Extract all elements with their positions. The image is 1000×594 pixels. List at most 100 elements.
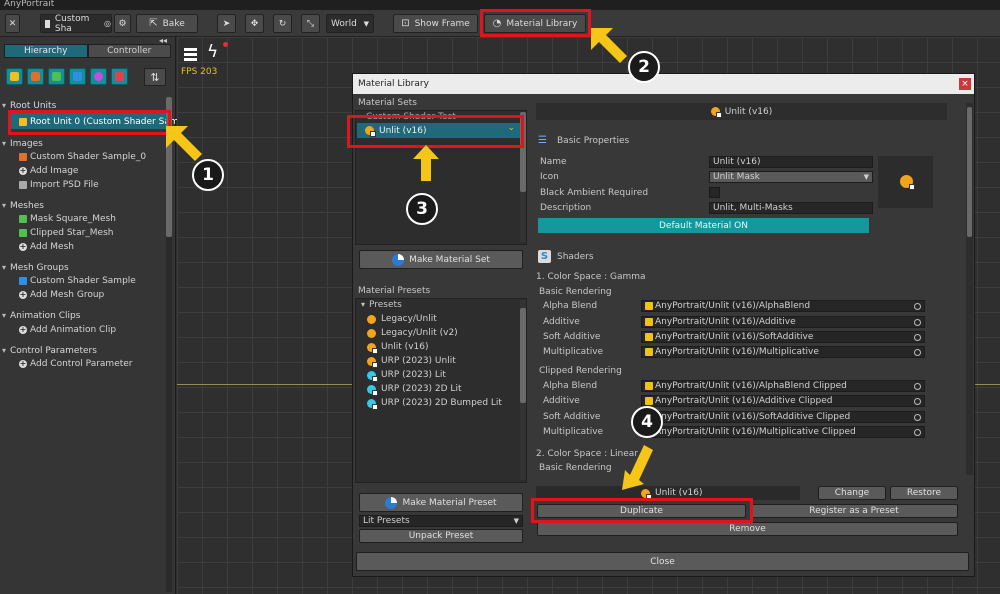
chevron-down-icon: ▼ <box>863 173 869 181</box>
preset-item[interactable]: URP (2023) 2D Bumped Lit <box>367 398 502 410</box>
target-icon[interactable] <box>914 429 921 436</box>
gear-icon[interactable]: ⚙ <box>114 14 131 33</box>
shader-field[interactable]: AnyPortrait/Unlit (v16)/Multiplicative C… <box>641 426 925 438</box>
preset-item[interactable]: Legacy/Unlit <box>367 314 437 324</box>
icon-dropdown[interactable]: Unlit Mask ▼ <box>709 171 873 183</box>
document-dropdown[interactable]: Custom Sha ◎ <box>40 14 112 34</box>
make-material-set-label: Make Material Set <box>409 254 490 265</box>
presets-scrollbar[interactable] <box>520 300 526 480</box>
add-mesh-group-item[interactable]: + Add Mesh Group <box>19 290 104 300</box>
add-image-label: Add Image <box>30 166 79 176</box>
shader-row-label: Alpha Blend <box>543 301 598 311</box>
mesh-item[interactable]: Mask Square_Mesh <box>19 214 116 224</box>
target-icon[interactable] <box>914 303 921 310</box>
target-icon[interactable] <box>914 414 921 421</box>
lightning-icon[interactable]: ϟ <box>207 42 229 64</box>
black-ambient-checkbox[interactable] <box>709 187 720 198</box>
bake-button[interactable]: ⇱ Bake <box>136 14 198 33</box>
register-preset-button[interactable]: Register as a Preset <box>750 504 958 518</box>
target-icon[interactable] <box>914 383 921 390</box>
section-animation-clips[interactable]: Animation Clips <box>2 311 80 321</box>
shader-field[interactable]: AnyPortrait/Unlit (v16)/AlphaBlend Clipp… <box>641 380 925 392</box>
sidebar-scrollbar[interactable] <box>166 97 172 592</box>
presets-group-label[interactable]: Presets <box>369 300 402 310</box>
shader-field[interactable]: AnyPortrait/Unlit (v16)/AlphaBlend <box>641 300 925 312</box>
preset-label: Legacy/Unlit <box>381 314 437 324</box>
control-param-filter-icon[interactable] <box>111 68 128 85</box>
make-material-set-button[interactable]: Make Material Set <box>359 250 523 269</box>
shader-field[interactable]: AnyPortrait/Unlit (v16)/SoftAdditive Cli… <box>641 411 925 423</box>
preset-item[interactable]: URP (2023) Lit <box>367 370 446 382</box>
animation-filter-icon[interactable] <box>90 68 107 85</box>
unpack-preset-button[interactable]: Unpack Preset <box>359 529 523 543</box>
restore-button[interactable]: Restore <box>890 486 958 500</box>
lit-presets-dropdown[interactable]: Lit Presets ▼ <box>359 515 523 527</box>
add-mesh-group-label: Add Mesh Group <box>30 290 105 300</box>
remove-button[interactable]: Remove <box>537 522 958 536</box>
mesh-icon <box>19 229 27 237</box>
default-material-button[interactable]: Default Material ON <box>538 218 869 233</box>
target-icon[interactable] <box>914 319 921 326</box>
callout-1: 1 <box>192 159 224 191</box>
preset-item[interactable]: URP (2023) Unlit <box>367 356 456 368</box>
preset-item[interactable]: URP (2023) 2D Lit <box>367 384 461 396</box>
mesh-item[interactable]: Clipped Star_Mesh <box>19 228 113 238</box>
bake-label: Bake <box>162 18 185 29</box>
menu-icon[interactable] <box>181 44 201 64</box>
target-icon[interactable] <box>914 398 921 405</box>
shader-field[interactable]: AnyPortrait/Unlit (v16)/Additive <box>641 316 925 328</box>
add-animation-clip-item[interactable]: + Add Animation Clip <box>19 325 116 335</box>
details-scrollbar[interactable] <box>966 103 973 475</box>
image-item[interactable]: Custom Shader Sample_0 <box>19 152 146 162</box>
add-mesh-item[interactable]: + Add Mesh <box>19 242 74 252</box>
dialog-close-icon[interactable]: × <box>959 78 971 90</box>
mesh-group-label: Custom Shader Sample <box>30 276 136 286</box>
select-tool-icon[interactable]: ➤ <box>217 14 236 33</box>
icon-label: Icon <box>540 172 559 182</box>
presets-scrollbar-thumb[interactable] <box>520 308 526 403</box>
target-icon[interactable] <box>914 334 921 341</box>
preset-label: Legacy/Unlit (v2) <box>381 328 458 338</box>
dialog-titlebar: Material Library × <box>353 74 974 94</box>
target-icon[interactable] <box>914 349 921 356</box>
tab-controller[interactable]: Controller <box>87 44 171 58</box>
export-icon: ⇱ <box>149 18 158 29</box>
space-dropdown[interactable]: World ▼ <box>326 14 374 33</box>
section-meshes[interactable]: Meshes <box>2 201 44 211</box>
rotate-tool-icon[interactable]: ↻ <box>273 14 292 33</box>
shader-icon: S <box>538 250 551 263</box>
image-filter-icon[interactable] <box>27 68 44 85</box>
import-psd-item[interactable]: Import PSD File <box>19 180 99 190</box>
lit-icon <box>367 398 378 410</box>
add-control-parameter-label: Add Control Parameter <box>30 359 133 369</box>
add-control-parameter-item[interactable]: + Add Control Parameter <box>19 359 133 369</box>
shader-field[interactable]: AnyPortrait/Unlit (v16)/Additive Clipped <box>641 395 925 407</box>
close-icon[interactable]: ✕ <box>5 14 20 33</box>
mesh-group-filter-icon[interactable] <box>69 68 86 85</box>
section-mesh-groups[interactable]: Mesh Groups <box>2 263 69 273</box>
section-images[interactable]: Images <box>2 139 43 149</box>
scale-tool-icon[interactable]: ⤡ <box>301 14 320 33</box>
make-material-preset-button[interactable]: Make Material Preset <box>359 493 523 512</box>
name-label: Name <box>540 157 567 167</box>
add-image-item[interactable]: + Add Image <box>19 166 78 176</box>
mesh-filter-icon[interactable] <box>48 68 65 85</box>
document-icon <box>45 19 50 28</box>
shader-field[interactable]: AnyPortrait/Unlit (v16)/Multiplicative <box>641 346 925 358</box>
sort-icon[interactable]: ⇅ <box>144 68 166 86</box>
show-frame-button[interactable]: ⊡ Show Frame <box>393 14 478 33</box>
description-field[interactable]: Unlit, Multi-Masks <box>709 202 873 214</box>
shader-row-label: Alpha Blend <box>543 381 598 391</box>
preset-item[interactable]: Legacy/Unlit (v2) <box>367 328 458 338</box>
move-tool-icon[interactable]: ✥ <box>245 14 264 33</box>
tab-hierarchy[interactable]: Hierarchy <box>4 44 88 58</box>
change-button[interactable]: Change <box>818 486 886 500</box>
shader-field[interactable]: AnyPortrait/Unlit (v16)/SoftAdditive <box>641 331 925 343</box>
preset-item[interactable]: Unlit (v16) <box>367 342 428 354</box>
section-control-parameters[interactable]: Control Parameters <box>2 346 97 356</box>
root-unit-filter-icon[interactable] <box>6 68 23 85</box>
mesh-group-item[interactable]: Custom Shader Sample <box>19 276 136 286</box>
name-field[interactable]: Unlit (v16) <box>709 156 873 168</box>
details-scrollbar-thumb[interactable] <box>967 107 972 237</box>
close-button[interactable]: Close <box>356 552 969 571</box>
